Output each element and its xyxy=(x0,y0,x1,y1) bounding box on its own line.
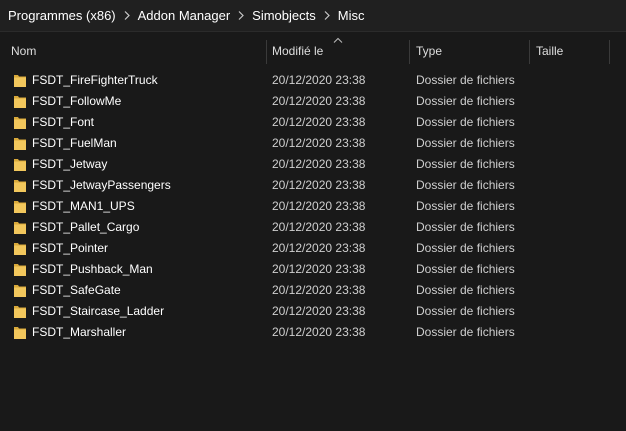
chevron-right-icon[interactable] xyxy=(234,11,248,20)
file-modified: 20/12/2020 23:38 xyxy=(272,157,366,171)
column-header-type[interactable]: Type xyxy=(411,36,529,66)
column-header-row: Nom Modifié le Type Taille xyxy=(0,36,626,66)
file-row[interactable]: FSDT_Pointer 20/12/2020 23:38 Dossier de… xyxy=(0,238,626,259)
file-name: FSDT_MAN1_UPS xyxy=(32,199,135,213)
file-type: Dossier de fichiers xyxy=(416,136,515,150)
file-type: Dossier de fichiers xyxy=(416,73,515,87)
folder-icon xyxy=(14,285,26,297)
file-modified: 20/12/2020 23:38 xyxy=(272,136,366,150)
file-row[interactable]: FSDT_MAN1_UPS 20/12/2020 23:38 Dossier d… xyxy=(0,196,626,217)
file-row[interactable]: FSDT_Pallet_Cargo 20/12/2020 23:38 Dossi… xyxy=(0,217,626,238)
breadcrumb-item-misc[interactable]: Misc xyxy=(334,8,369,23)
file-row[interactable]: FSDT_FuelMan 20/12/2020 23:38 Dossier de… xyxy=(0,133,626,154)
file-name: FSDT_JetwayPassengers xyxy=(32,178,171,192)
file-row[interactable]: FSDT_Jetway 20/12/2020 23:38 Dossier de … xyxy=(0,154,626,175)
file-type: Dossier de fichiers xyxy=(416,94,515,108)
file-name: FSDT_Jetway xyxy=(32,157,108,171)
column-header-size[interactable]: Taille xyxy=(531,36,609,66)
column-divider[interactable] xyxy=(409,40,410,64)
file-type: Dossier de fichiers xyxy=(416,178,515,192)
column-header-name[interactable]: Nom xyxy=(6,36,266,66)
file-type: Dossier de fichiers xyxy=(416,199,515,213)
file-type: Dossier de fichiers xyxy=(416,241,515,255)
file-type: Dossier de fichiers xyxy=(416,325,515,339)
breadcrumb: Programmes (x86) Addon Manager Simobject… xyxy=(0,0,626,32)
file-name: FSDT_FireFighterTruck xyxy=(32,73,158,87)
file-name: FSDT_Pointer xyxy=(32,241,109,255)
file-row[interactable]: FSDT_FireFighterTruck 20/12/2020 23:38 D… xyxy=(0,70,626,91)
folder-icon xyxy=(14,96,26,108)
folder-icon xyxy=(14,138,26,150)
file-modified: 20/12/2020 23:38 xyxy=(272,241,366,255)
file-name: FSDT_Font xyxy=(32,115,95,129)
file-name: FSDT_FollowMe xyxy=(32,94,122,108)
folder-icon xyxy=(14,327,26,339)
folder-icon xyxy=(14,159,26,171)
file-row[interactable]: FSDT_FollowMe 20/12/2020 23:38 Dossier d… xyxy=(0,91,626,112)
file-row[interactable]: FSDT_Pushback_Man 20/12/2020 23:38 Dossi… xyxy=(0,259,626,280)
file-modified: 20/12/2020 23:38 xyxy=(272,262,366,276)
file-row[interactable]: FSDT_Staircase_Ladder 20/12/2020 23:38 D… xyxy=(0,301,626,322)
column-divider[interactable] xyxy=(529,40,530,64)
breadcrumb-item-programmes[interactable]: Programmes (x86) xyxy=(4,8,120,23)
chevron-right-icon[interactable] xyxy=(320,11,334,20)
file-modified: 20/12/2020 23:38 xyxy=(272,283,366,297)
file-modified: 20/12/2020 23:38 xyxy=(272,304,366,318)
breadcrumb-item-addon-manager[interactable]: Addon Manager xyxy=(134,8,235,23)
file-modified: 20/12/2020 23:38 xyxy=(272,73,366,87)
folder-icon xyxy=(14,222,26,234)
file-type: Dossier de fichiers xyxy=(416,262,515,276)
folder-icon xyxy=(14,264,26,276)
file-type: Dossier de fichiers xyxy=(416,157,515,171)
file-row[interactable]: FSDT_SafeGate 20/12/2020 23:38 Dossier d… xyxy=(0,280,626,301)
file-name: FSDT_Staircase_Ladder xyxy=(32,304,165,318)
file-name: FSDT_Marshaller xyxy=(32,325,127,339)
file-type: Dossier de fichiers xyxy=(416,304,515,318)
file-name: FSDT_FuelMan xyxy=(32,136,117,150)
file-modified: 20/12/2020 23:38 xyxy=(272,94,366,108)
folder-icon xyxy=(14,306,26,318)
file-type: Dossier de fichiers xyxy=(416,115,515,129)
file-list: FSDT_FireFighterTruck 20/12/2020 23:38 D… xyxy=(0,70,626,343)
column-divider[interactable] xyxy=(609,40,610,64)
file-name: FSDT_Pallet_Cargo xyxy=(32,220,140,234)
file-name: FSDT_SafeGate xyxy=(32,283,121,297)
file-modified: 20/12/2020 23:38 xyxy=(272,325,366,339)
folder-icon xyxy=(14,180,26,192)
file-modified: 20/12/2020 23:38 xyxy=(272,115,366,129)
folder-icon xyxy=(14,201,26,213)
file-row[interactable]: FSDT_Font 20/12/2020 23:38 Dossier de fi… xyxy=(0,112,626,133)
folder-icon xyxy=(14,243,26,255)
file-row[interactable]: FSDT_JetwayPassengers 20/12/2020 23:38 D… xyxy=(0,175,626,196)
folder-icon xyxy=(14,75,26,87)
file-modified: 20/12/2020 23:38 xyxy=(272,199,366,213)
file-modified: 20/12/2020 23:38 xyxy=(272,220,366,234)
file-type: Dossier de fichiers xyxy=(416,283,515,297)
file-type: Dossier de fichiers xyxy=(416,220,515,234)
breadcrumb-item-simobjects[interactable]: Simobjects xyxy=(248,8,320,23)
sort-up-icon xyxy=(333,37,343,43)
file-modified: 20/12/2020 23:38 xyxy=(272,178,366,192)
file-row[interactable]: FSDT_Marshaller 20/12/2020 23:38 Dossier… xyxy=(0,322,626,343)
folder-icon xyxy=(14,117,26,129)
chevron-right-icon[interactable] xyxy=(120,11,134,20)
file-name: FSDT_Pushback_Man xyxy=(32,262,153,276)
